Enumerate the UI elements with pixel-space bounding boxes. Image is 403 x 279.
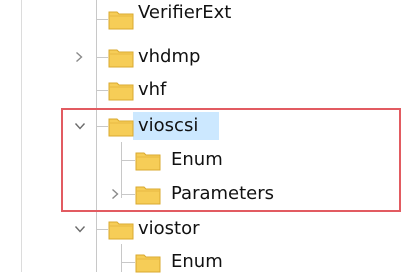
- tree-item[interactable]: viostor: [0, 212, 403, 246]
- tree-item[interactable]: vhf: [0, 73, 403, 107]
- folder-icon: [108, 49, 134, 68]
- tree-item-label: vhf: [138, 79, 167, 100]
- highlight-annotation-box: [61, 108, 401, 212]
- registry-tree: VerifierExt vhdmp vhf vioscsi Enum Param…: [0, 0, 403, 273]
- tree-item-label: Enum: [171, 251, 223, 272]
- folder-icon: [108, 82, 134, 101]
- folder-icon: [108, 221, 134, 240]
- tree-item-label: VerifierExt: [138, 2, 232, 23]
- tree-item[interactable]: vhdmp: [0, 40, 403, 74]
- tree-item-label: vhdmp: [138, 46, 201, 67]
- tree-item[interactable]: Enum: [0, 245, 403, 279]
- folder-icon: [135, 254, 161, 273]
- chevron-down-icon[interactable]: [73, 220, 87, 238]
- folder-icon: [108, 11, 134, 30]
- tree-item-label: viostor: [138, 218, 200, 239]
- tree-item[interactable]: VerifierExt: [0, 2, 403, 36]
- chevron-right-icon[interactable]: [72, 48, 86, 66]
